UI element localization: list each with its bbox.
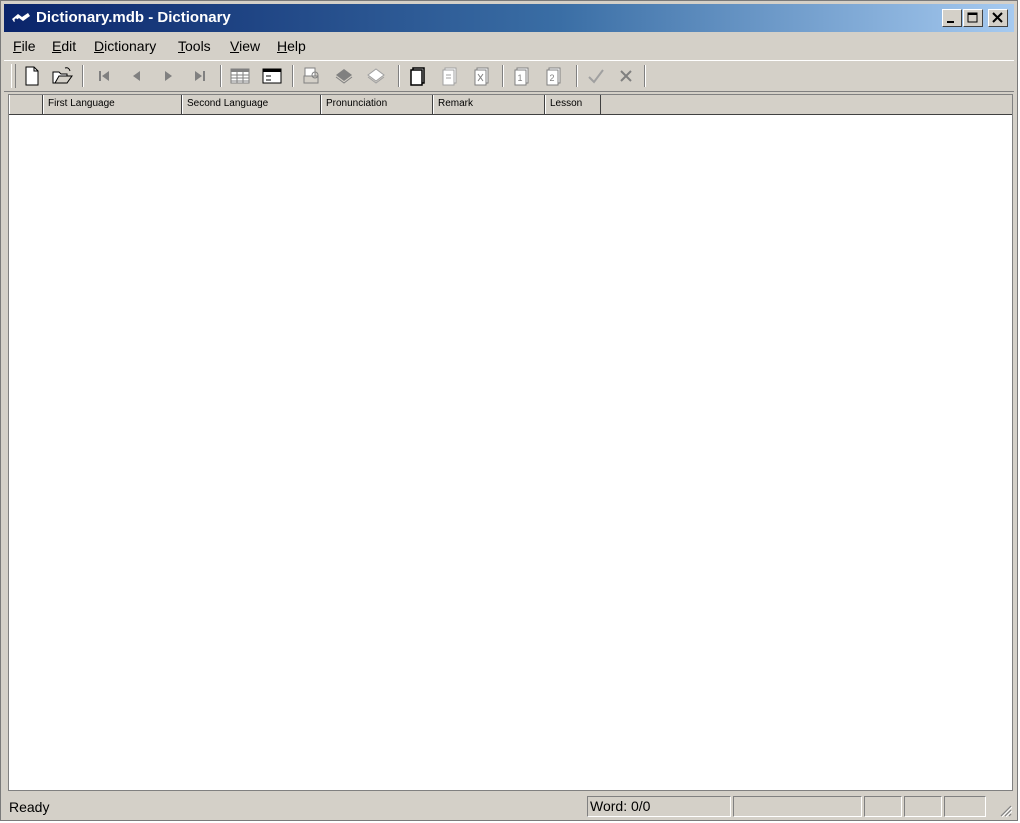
menu-tools[interactable]: Tools: [178, 37, 211, 55]
toolbar-separator: [502, 65, 504, 87]
cancel-button[interactable]: [614, 64, 638, 88]
table-view-button[interactable]: [228, 64, 252, 88]
confirm-icon: [588, 69, 604, 84]
previous-record-button[interactable]: [124, 64, 148, 88]
toolbar: 1 2: [4, 60, 1014, 92]
lesson-fill-button[interactable]: [332, 64, 356, 88]
toolbar-separator: [644, 65, 646, 87]
delete-card-icon: [474, 67, 489, 86]
open-button[interactable]: [50, 64, 74, 88]
new-button[interactable]: [20, 64, 44, 88]
lesson-outline-button[interactable]: [364, 64, 388, 88]
new-card-button[interactable]: [406, 64, 430, 88]
status-panel: [904, 796, 942, 817]
toolbar-separator: [576, 65, 578, 87]
menu-view[interactable]: View: [230, 37, 260, 55]
test-1-button[interactable]: 1: [510, 64, 534, 88]
title-bar[interactable]: Dictionary.mdb - Dictionary: [4, 4, 1014, 32]
table-view-icon: [230, 68, 250, 84]
close-icon: [992, 12, 1003, 23]
next-record-button[interactable]: [156, 64, 180, 88]
menu-file[interactable]: File: [13, 37, 36, 55]
confirm-button[interactable]: [584, 64, 608, 88]
edit-card-button[interactable]: [438, 64, 462, 88]
lesson-fill-icon: [335, 69, 353, 84]
minimize-icon: [947, 21, 954, 23]
status-panel: [733, 796, 862, 817]
status-panel: [944, 796, 986, 817]
toolbar-grip[interactable]: [11, 64, 16, 88]
column-lesson[interactable]: Lesson: [545, 95, 601, 114]
toolbar-separator: [292, 65, 294, 87]
first-record-icon: [99, 71, 109, 81]
open-icon: [52, 67, 73, 84]
last-record-icon: [195, 71, 205, 81]
records-grid[interactable]: First Language Second Language Pronuncia…: [8, 94, 1013, 791]
svg-text:1: 1: [518, 73, 523, 83]
column-pronunciation[interactable]: Pronunciation: [321, 95, 433, 114]
resize-grip-icon[interactable]: [998, 803, 1012, 817]
word-count-panel: Word: 0/0: [587, 796, 731, 817]
new-card-icon: [410, 67, 425, 86]
menu-help[interactable]: Help: [277, 37, 306, 55]
test-2-button[interactable]: 2: [542, 64, 566, 88]
print-preview-button[interactable]: [300, 64, 324, 88]
status-bar: Ready Word: 0/0: [4, 795, 1014, 819]
menu-bar: File Edit Dictionary Tools View Help: [4, 34, 1014, 58]
app-logo-icon: [12, 13, 30, 22]
print-preview-icon: [303, 67, 319, 84]
column-first-language[interactable]: First Language: [43, 95, 182, 114]
lesson-outline-icon: [367, 68, 385, 84]
form-view-icon: [262, 68, 282, 84]
minimize-button[interactable]: [942, 9, 962, 27]
edit-card-icon: [442, 67, 457, 86]
test-2-icon: 2: [546, 67, 561, 86]
row-selector-header[interactable]: [9, 95, 43, 114]
column-remark[interactable]: Remark: [433, 95, 545, 114]
window-title: Dictionary.mdb - Dictionary: [36, 9, 231, 26]
menu-dictionary[interactable]: Dictionary: [94, 37, 156, 55]
new-icon: [25, 66, 39, 86]
menu-edit[interactable]: Edit: [52, 37, 76, 55]
test-1-icon: 1: [514, 67, 529, 86]
form-view-button[interactable]: [260, 64, 284, 88]
close-button[interactable]: [988, 9, 1008, 27]
delete-card-button[interactable]: [470, 64, 494, 88]
next-record-icon: [165, 71, 172, 81]
maximize-icon: [967, 12, 978, 23]
cancel-icon: [620, 70, 632, 82]
toolbar-separator: [398, 65, 400, 87]
grid-header: First Language Second Language Pronuncia…: [9, 95, 1012, 115]
svg-text:2: 2: [550, 73, 555, 83]
status-panel: [864, 796, 902, 817]
last-record-button[interactable]: [188, 64, 212, 88]
toolbar-separator: [82, 65, 84, 87]
status-text: Ready: [9, 799, 50, 815]
first-record-button[interactable]: [92, 64, 116, 88]
toolbar-separator: [220, 65, 222, 87]
column-second-language[interactable]: Second Language: [182, 95, 321, 114]
previous-record-icon: [133, 71, 140, 81]
app-window: Dictionary.mdb - Dictionary File Edit Di…: [0, 0, 1018, 821]
maximize-button[interactable]: [963, 9, 983, 27]
